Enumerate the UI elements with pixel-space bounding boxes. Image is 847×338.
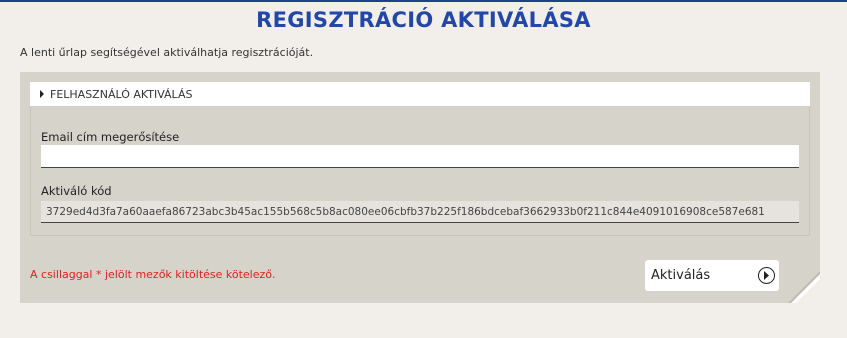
top-border (0, 0, 847, 2)
triangle-right-icon (40, 90, 44, 98)
activation-code-field[interactable]: 3729ed4d3fa7a60aaefa86723abc3b45ac155b56… (41, 201, 799, 223)
section-title: FELHASZNÁLÓ AKTIVÁLÁS (50, 87, 193, 101)
activation-code-label: Aktiváló kód (41, 184, 112, 198)
page-intro: A lenti űrlap segítségével aktiválhatja … (20, 46, 314, 59)
section-header[interactable]: FELHASZNÁLÓ AKTIVÁLÁS (30, 82, 810, 106)
email-confirm-input[interactable] (41, 145, 799, 168)
activate-button-label: Aktiválás (651, 268, 711, 283)
required-fields-note: A csillaggal * jelölt mezők kitöltése kö… (30, 268, 276, 281)
activate-button[interactable]: Aktiválás (645, 260, 779, 291)
page-title: REGISZTRÁCIÓ AKTIVÁLÁSA (256, 8, 591, 32)
circle-chevron-right-icon (758, 267, 775, 284)
page-curl-corner (788, 271, 820, 303)
email-confirm-label: Email cím megerősítése (41, 130, 180, 144)
